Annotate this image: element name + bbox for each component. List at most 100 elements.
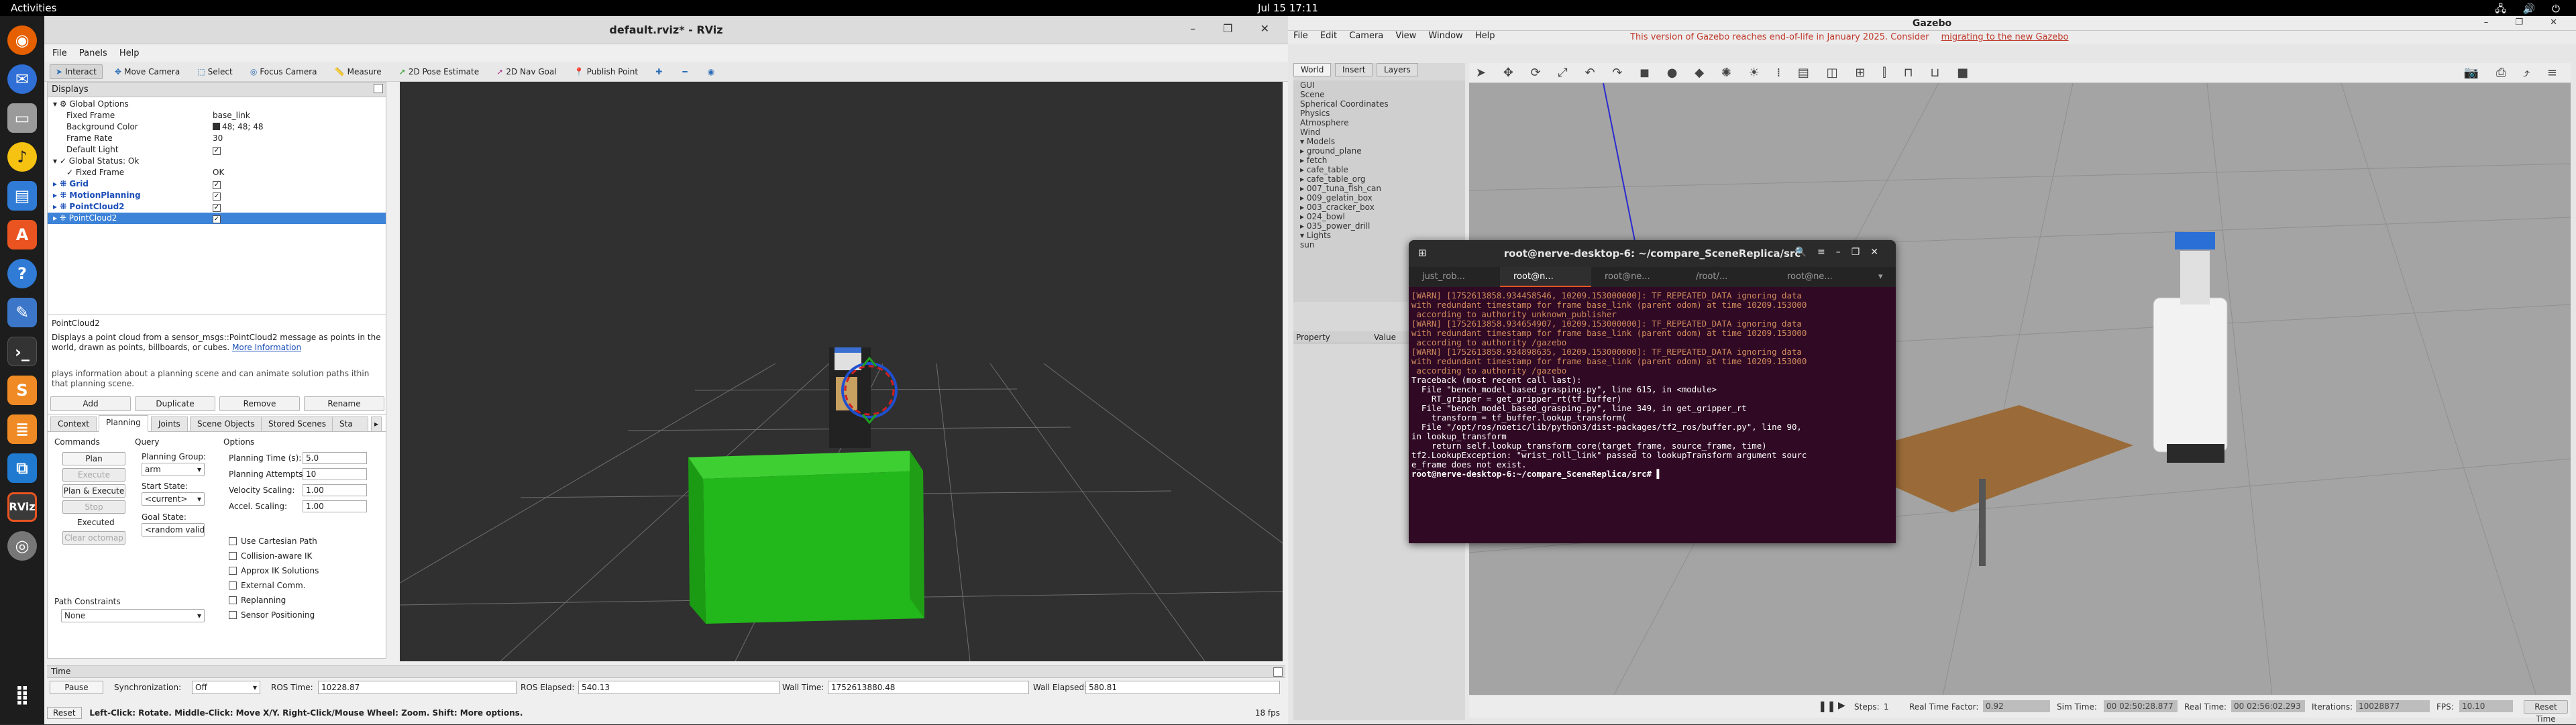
files-icon[interactable]: ▭: [7, 103, 37, 133]
menu-help[interactable]: Help: [1475, 31, 1495, 41]
sublime-icon[interactable]: S: [7, 376, 37, 405]
migration-link[interactable]: migrating to the new Gazebo: [1941, 32, 2069, 42]
tab-planning[interactable]: Planning: [99, 415, 148, 432]
display-tree-row[interactable]: Default Light ✓: [48, 144, 386, 156]
tool-measure[interactable]: 📏 Measure: [329, 65, 387, 78]
firefox-icon[interactable]: ◉: [7, 25, 37, 55]
rhythmbox-icon[interactable]: ♪: [7, 142, 37, 172]
add-tool-button[interactable]: ✚: [650, 65, 670, 78]
display-tree-row[interactable]: ▸ ⁜ PointCloud2 ✓: [48, 201, 386, 213]
duplicate-display-button[interactable]: Duplicate: [135, 396, 215, 411]
tool-select[interactable]: ⬚ Select: [192, 65, 237, 78]
tab-context[interactable]: Context: [50, 416, 97, 432]
world-tree-item[interactable]: ▸ ground_plane: [1293, 146, 1465, 156]
tab-insert[interactable]: Insert: [1335, 63, 1373, 76]
tab-world[interactable]: World: [1293, 63, 1332, 76]
world-tree-item[interactable]: ▸ cafe_table_org: [1293, 174, 1465, 184]
tool-publish-point[interactable]: 📍 Publish Point: [569, 65, 643, 78]
tool-2d-pose-estimate[interactable]: ➚ 2D Pose Estimate: [394, 65, 484, 78]
step-icon[interactable]: ▶: [1838, 700, 1845, 711]
tab-joints[interactable]: Joints: [151, 416, 188, 432]
plan-button[interactable]: Plan: [62, 452, 125, 465]
display-tree-row[interactable]: ▾ ⚙ Global Options: [48, 99, 386, 110]
tool-move-camera[interactable]: ✥ Move Camera: [109, 65, 185, 78]
close-icon[interactable]: [1273, 667, 1283, 677]
planning-time-input[interactable]: 5.0: [303, 452, 367, 464]
stop-button[interactable]: Stop: [62, 500, 125, 514]
thunderbird-icon[interactable]: ✉: [7, 64, 37, 94]
menu-camera[interactable]: Camera: [1349, 31, 1383, 41]
help-icon[interactable]: ?: [7, 259, 37, 288]
world-tree-item[interactable]: GUI: [1293, 80, 1465, 90]
tool-interact[interactable]: ➤ Interact: [50, 64, 103, 79]
goal-state-select[interactable]: <random valid>: [142, 523, 205, 537]
world-tree-item[interactable]: ▸ 007_tuna_fish_can: [1293, 184, 1465, 193]
replanning-checkbox[interactable]: Replanning: [229, 596, 286, 605]
display-enable-checkbox[interactable]: ✓: [213, 213, 221, 224]
ros-time-field[interactable]: 10228.87: [318, 681, 517, 694]
remove-tool-button[interactable]: ━: [677, 65, 695, 78]
display-tree-row[interactable]: Frame Rate 30: [48, 133, 386, 144]
wall-elapsed-field[interactable]: 580.81: [1085, 681, 1280, 694]
world-tree-item[interactable]: ▸ fetch: [1293, 156, 1465, 165]
close-icon[interactable]: [374, 84, 383, 93]
world-tree-item[interactable]: ▸ 009_gelatin_box: [1293, 193, 1465, 203]
menu-edit[interactable]: Edit: [1320, 31, 1337, 41]
world-tree-item[interactable]: Physics: [1293, 109, 1465, 118]
menu-file[interactable]: File: [52, 48, 67, 58]
menu-panels[interactable]: Panels: [79, 48, 107, 58]
terminal-tab-1[interactable]: just_rob...: [1409, 267, 1500, 287]
cartesian-path-checkbox[interactable]: Use Cartesian Path: [229, 537, 317, 546]
pause-icon[interactable]: ❚❚: [1818, 700, 1836, 712]
rviz-icon[interactable]: RViz: [7, 492, 37, 522]
apps-grid-icon[interactable]: ⣿: [7, 680, 37, 710]
display-tree-row[interactable]: ▸ ⁜ MotionPlanning ✓: [48, 190, 386, 201]
display-tree-row[interactable]: Background Color 48; 48; 48: [48, 121, 386, 133]
terminal-output[interactable]: [WARN] [1752613858.934458546, 10209.1530…: [1409, 287, 1896, 483]
disk-icon[interactable]: ◎: [7, 531, 37, 561]
tab-scroll-right[interactable]: ▸: [371, 416, 382, 432]
tab-status[interactable]: Sta: [332, 416, 368, 432]
software-icon[interactable]: A: [7, 220, 37, 249]
gazebo-tool-icons[interactable]: ➤ ✥ ⟳ ⤢ ↶ ↷ ◼ ● ◆ ✺ ☀ ⁞ ▤ ◫ ⊞ ⫿ ⊓ ⊔ ■: [1476, 66, 1975, 80]
accel-scaling-input[interactable]: 1.00: [303, 500, 367, 512]
world-tree-item[interactable]: ▸ 035_power_drill: [1293, 221, 1465, 231]
external-comm-checkbox[interactable]: External Comm.: [229, 581, 306, 590]
world-tree-item[interactable]: Atmosphere: [1293, 118, 1465, 127]
tool-focus-camera[interactable]: ◎ Focus Camera: [245, 65, 323, 78]
world-tree-item[interactable]: ▸ cafe_table: [1293, 165, 1465, 174]
display-enable-checkbox[interactable]: ✓: [213, 190, 221, 201]
terminal-tab-4[interactable]: /root/...: [1682, 267, 1774, 287]
terminal-window-controls[interactable]: 🔍≡–❐✕: [1795, 247, 1889, 258]
tool-properties-button[interactable]: ◉: [702, 65, 722, 78]
sync-select[interactable]: Off ▾: [192, 681, 260, 694]
tab-layers[interactable]: Layers: [1377, 63, 1418, 76]
rviz-window-controls[interactable]: – ❐ ✕: [1190, 22, 1281, 35]
tool-2d-nav-goal[interactable]: ➚ 2D Nav Goal: [491, 65, 561, 78]
pause-button[interactable]: Pause: [50, 681, 103, 694]
add-display-button[interactable]: Add: [50, 396, 131, 411]
terminal-tab-3[interactable]: root@ne...: [1591, 267, 1682, 287]
start-state-select[interactable]: <current> ▾: [142, 492, 205, 506]
menu-view[interactable]: View: [1395, 31, 1416, 41]
display-tree-row[interactable]: ▸ ⁜ PointCloud2 ✓: [48, 213, 386, 224]
writer-icon[interactable]: ▤: [7, 181, 37, 211]
more-information-link[interactable]: More Information: [232, 343, 301, 352]
rviz-scene[interactable]: [400, 82, 1283, 661]
world-tree-item[interactable]: ▸ 003_cracker_box: [1293, 203, 1465, 212]
stack-icon[interactable]: ≣: [7, 414, 37, 444]
remove-display-button[interactable]: Remove: [219, 396, 300, 411]
execute-button[interactable]: Execute: [62, 468, 125, 482]
display-tree-row[interactable]: ▾ ✓ Global Status: Ok: [48, 156, 386, 167]
reset-time-button[interactable]: Reset Time: [2524, 700, 2568, 724]
clock[interactable]: Jul 15 17:11: [0, 2, 2576, 14]
fetch-robot-base[interactable]: [2153, 297, 2228, 453]
display-enable-checkbox[interactable]: ✓: [213, 201, 221, 213]
display-tree-row[interactable]: Fixed Frame base_link: [48, 110, 386, 121]
display-enable-checkbox[interactable]: ✓: [213, 144, 221, 156]
vscode-icon[interactable]: ⧉: [7, 453, 37, 483]
world-tree-item[interactable]: Wind: [1293, 127, 1465, 137]
menu-help[interactable]: Help: [119, 48, 140, 58]
path-constraints-select[interactable]: None ▾: [61, 609, 205, 622]
display-tree-row[interactable]: ▸ ⁜ Grid ✓: [48, 178, 386, 190]
